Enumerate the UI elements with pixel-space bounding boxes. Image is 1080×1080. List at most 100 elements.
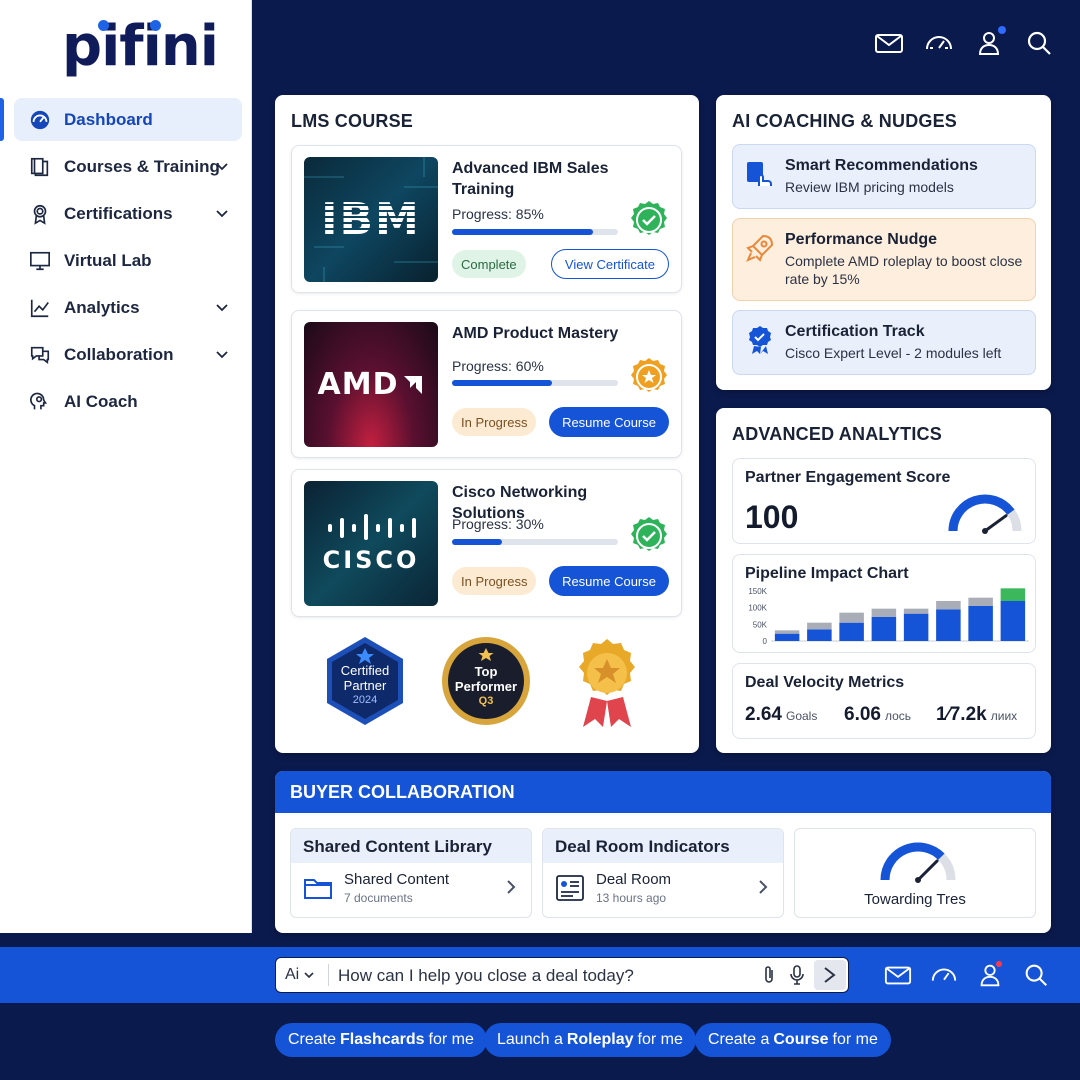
launch-roleplay-button[interactable]: Launch a Roleplay for me [484, 1023, 696, 1057]
course-item-ibm[interactable]: IBM Advanced IBM Sales Training Progress… [291, 145, 682, 293]
view-certificate-button[interactable]: View Certificate [550, 249, 669, 279]
nudge-title: Smart Recommendations [785, 157, 978, 174]
paperclip-icon[interactable] [758, 964, 780, 986]
green-check-badge-icon [631, 517, 667, 551]
deal-velocity-panel[interactable]: Deal Velocity Metrics 2.64 Goals 6.06 лось… [732, 663, 1036, 739]
panel-title: Partner Engagement Score [745, 469, 951, 486]
green-check-badge-icon [631, 201, 667, 235]
mail-icon[interactable] [884, 961, 912, 989]
gauge-needle [983, 514, 1008, 533]
ai-mode-select[interactable]: Ai [285, 966, 315, 984]
chat-input[interactable]: Ai How can I help you close a deal today… [275, 957, 849, 993]
metric-unit: Goals [785, 709, 818, 723]
sidebar-item-label: Certifications [64, 203, 173, 223]
tile-title: Deal Room Indicators [543, 829, 783, 863]
nudge-title: Certification Track [785, 323, 925, 340]
progress-bar [452, 380, 618, 386]
create-flashcards-button[interactable]: Create Flashcards for me [275, 1023, 487, 1057]
course-item-cisco[interactable]: CISCO Cisco Networking Solutions Progres… [291, 469, 682, 617]
sidebar-item-virtual-lab[interactable]: Virtual Lab [0, 239, 252, 282]
chevron-right-icon[interactable] [757, 879, 769, 895]
velocity-metric: 1⁄7.2k лиих [936, 704, 1017, 726]
card-title: BUYER COLLABORATION [290, 782, 515, 802]
course-thumbnail: CISCO [304, 481, 438, 606]
chevron-down-icon[interactable] [214, 205, 230, 221]
sidebar-item-collaboration[interactable]: Collaboration [0, 333, 252, 376]
create-course-button[interactable]: Create a Course for me [695, 1023, 891, 1057]
course-item-amd[interactable]: AMD AMD Product Mastery Progress: 60% In… [291, 310, 682, 458]
tile-main-text: Shared Content [344, 871, 450, 888]
y-tick-label: 0 [763, 637, 768, 646]
sidebar-item-ai-coach[interactable]: AI Coach [0, 380, 252, 423]
resume-course-button[interactable]: Resume Course [549, 407, 669, 437]
gold-medal-icon[interactable] [571, 637, 643, 729]
sidebar-item-label: Courses & Training [64, 156, 220, 176]
badge-period: Q3 [478, 695, 494, 707]
dashboard-doc-icon [556, 875, 584, 901]
status-badge: Complete [452, 250, 526, 278]
chevron-down-icon[interactable] [214, 158, 230, 174]
shared-content-tile[interactable]: Shared Content Library Shared Content 7 … [290, 828, 532, 918]
certification-track-item[interactable]: Certification Track Cisco Expert Level -… [732, 310, 1036, 375]
course-title: Advanced IBM Sales Training [452, 160, 609, 198]
chart-bar [903, 608, 929, 614]
course-thumbnail: AMD [304, 322, 438, 447]
progress-label: Progress: 85% [452, 206, 544, 222]
pifini-logo[interactable]: pifini [62, 14, 219, 79]
pipeline-bar-chart: 150K 100K 50K 0 [748, 587, 1029, 646]
gauge-label: Towarding Tres [864, 891, 966, 908]
engagement-score-panel[interactable]: Partner Engagement Score 100 [732, 458, 1036, 544]
smart-recommendations-item[interactable]: Smart Recommendations Review IBM pricing… [732, 144, 1036, 209]
top-performer-badge[interactable]: Top Performer Q3 [441, 636, 531, 726]
amd-arrow-icon [404, 375, 423, 394]
chevron-right-icon[interactable] [505, 879, 517, 895]
chevron-down-icon[interactable] [214, 299, 230, 315]
mail-icon[interactable] [874, 28, 904, 58]
badge-line: Partner [343, 678, 387, 693]
metric-value: 6.06 [844, 704, 881, 725]
sidebar-item-label: Virtual Lab [64, 250, 152, 270]
microphone-icon[interactable] [786, 964, 808, 986]
resume-course-button[interactable]: Resume Course [549, 566, 669, 596]
speedometer-icon[interactable] [930, 961, 958, 989]
send-button[interactable] [814, 959, 846, 990]
sidebar-item-dashboard[interactable]: Dashboard [0, 98, 242, 141]
tap-hand-icon [747, 162, 772, 186]
progress-label: Progress: 60% [452, 358, 544, 374]
y-tick-label: 50K [753, 620, 768, 629]
sidebar-item-courses[interactable]: Courses & Training [0, 145, 252, 188]
head-brain-icon [28, 390, 52, 414]
advanced-analytics-card: ADVANCED ANALYTICS Partner Engagement Sc… [716, 408, 1051, 753]
chart-bar [807, 622, 832, 630]
sidebar-item-label: AI Coach [64, 391, 138, 411]
search-icon[interactable] [1024, 28, 1054, 58]
chevron-down-icon[interactable] [214, 346, 230, 362]
sidebar-item-label: Analytics [64, 297, 140, 317]
sidebar-item-certifications[interactable]: Certifications [0, 192, 252, 235]
sidebar-item-analytics[interactable]: Analytics [0, 286, 252, 329]
gauge-tile[interactable]: Towarding Tres [794, 828, 1036, 918]
chat-bar-icons [884, 961, 1050, 989]
chart-bar [968, 606, 993, 641]
deal-room-tile[interactable]: Deal Room Indicators Deal Room 13 hours … [542, 828, 784, 918]
chart-bar [839, 612, 864, 623]
chart-bar [1000, 601, 1026, 641]
engagement-score-value: 100 [745, 499, 799, 535]
search-icon[interactable] [1022, 961, 1050, 989]
metric-unit: лось [884, 709, 912, 723]
ai-coaching-card: AI COACHING & NUDGES Smart Recommendatio… [716, 95, 1051, 390]
chart-bar [839, 622, 864, 641]
performance-nudge-item[interactable]: Performance Nudge Complete AMD roleplay … [732, 218, 1036, 301]
chart-bar [871, 617, 897, 641]
send-arrow-icon [824, 966, 836, 983]
chart-bar [774, 633, 800, 641]
gauge-fill [948, 494, 1015, 532]
user-icon[interactable] [974, 26, 1006, 58]
certified-partner-badge[interactable]: Certified Partner 2024 [323, 635, 407, 727]
user-icon[interactable] [976, 961, 1004, 989]
chart-bar [774, 630, 800, 634]
chart-bar [903, 613, 929, 641]
speedometer-icon[interactable] [924, 28, 954, 58]
pipeline-chart-panel[interactable]: Pipeline Impact Chart 150K 100K 50K 0 [732, 554, 1036, 653]
courses-icon [28, 155, 52, 179]
